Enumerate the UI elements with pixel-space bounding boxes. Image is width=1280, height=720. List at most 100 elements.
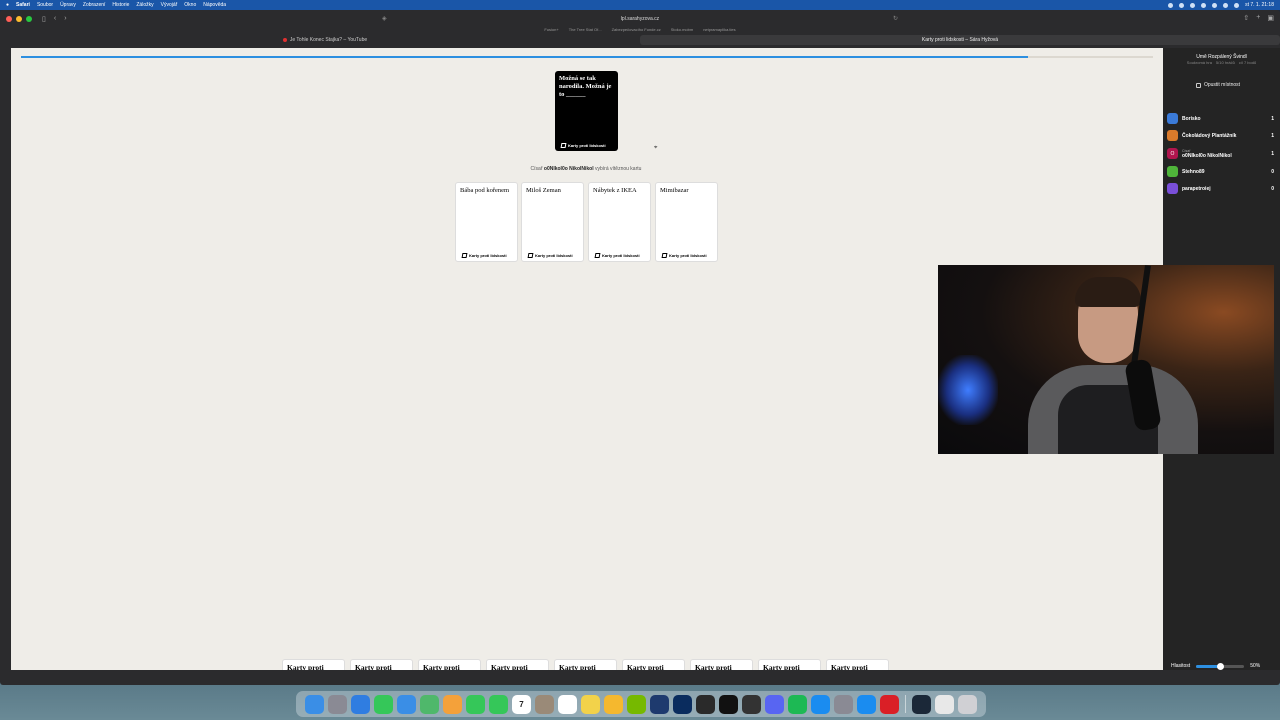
facetime-icon[interactable] xyxy=(466,694,485,714)
favorite-link[interactable]: The Tree Stat Of... xyxy=(569,27,602,34)
tray-status-icon[interactable] xyxy=(1168,2,1174,8)
iphone-mirroring-icon[interactable] xyxy=(857,694,876,714)
volume-slider[interactable] xyxy=(1196,662,1245,670)
hand-card[interactable]: Karty proti xyxy=(690,659,753,670)
card-brand: Karty proti lidskosti xyxy=(594,253,640,258)
player-avatar: O xyxy=(1167,148,1178,159)
creative-cloud-icon[interactable] xyxy=(880,694,899,714)
player-name: Stehno89 xyxy=(1182,168,1205,175)
hand-card[interactable]: Karty proti xyxy=(826,659,889,670)
lightroom-icon[interactable] xyxy=(650,694,669,714)
settings-icon[interactable] xyxy=(834,694,853,714)
volume-thumb[interactable] xyxy=(1216,662,1224,670)
menu-view[interactable]: Zobrazení xyxy=(83,2,106,8)
tray-status-icon[interactable] xyxy=(1201,2,1207,8)
finder-icon[interactable] xyxy=(305,694,324,714)
phone-icon[interactable] xyxy=(489,694,508,714)
player-row: Stehno89 0 xyxy=(1167,165,1276,178)
address-bar[interactable]: ◈ lpl.sarahyzova.cz ↻ xyxy=(380,13,900,24)
favorite-link[interactable]: Stoko.mobm xyxy=(671,27,693,34)
menu-window[interactable]: Okno xyxy=(184,2,196,8)
wifi-icon[interactable] xyxy=(1212,2,1218,8)
answer-card[interactable]: Bába pod kořenem Karty proti lidskosti xyxy=(455,182,518,262)
menu-help[interactable]: Nápověda xyxy=(203,2,226,8)
new-tab-icon[interactable]: + xyxy=(1256,14,1260,22)
tray-status-icon[interactable] xyxy=(1190,2,1196,8)
tab-youtube[interactable]: Je Tohle Konec Stajka? – YouTube xyxy=(10,35,640,45)
calendar-icon[interactable]: 7 xyxy=(512,694,531,714)
tray-status-icon[interactable] xyxy=(1179,2,1185,8)
menu-bookmarks[interactable]: Záložky xyxy=(136,2,153,8)
contacts-icon[interactable] xyxy=(535,694,554,714)
favorite-link[interactable]: netpramaplika.ties xyxy=(703,27,735,34)
discord-icon[interactable] xyxy=(765,694,784,714)
clock[interactable]: st 7. 1. 21:18 xyxy=(1245,2,1274,8)
hand-card[interactable]: Karty proti xyxy=(418,659,481,670)
leave-room-label: Opustit místnost xyxy=(1203,82,1241,88)
menu-file[interactable]: Soubor xyxy=(37,2,53,8)
appstore-icon[interactable] xyxy=(811,694,830,714)
photos-icon[interactable] xyxy=(443,694,462,714)
tab-title: Je Tohle Konec Stajka? – YouTube xyxy=(289,37,368,43)
volume-control: Hlasitost 50% xyxy=(1171,662,1275,670)
tab-overview-icon[interactable]: ▣ xyxy=(1267,14,1274,22)
apple-menu-icon[interactable]: ● xyxy=(6,2,9,8)
minimize-window-button[interactable] xyxy=(16,15,22,22)
trash-icon[interactable] xyxy=(958,694,977,714)
hand-card[interactable]: Karty proti xyxy=(758,659,821,670)
messages-icon[interactable] xyxy=(374,694,393,714)
player-avatar xyxy=(1167,113,1178,124)
forward-icon[interactable]: › xyxy=(64,15,66,22)
zoom-window-button[interactable] xyxy=(26,15,32,22)
player-avatar xyxy=(1167,166,1178,177)
activity-icon[interactable] xyxy=(696,694,715,714)
czar-name: o0NIkol0o NikolNikol xyxy=(543,166,594,172)
macos-menubar: ● Safari Soubor Úpravy Zobrazení Histori… xyxy=(0,0,1280,10)
choose-suffix: vybírá vítěznou kartu xyxy=(595,166,642,172)
answer-card-text: Mimibazar xyxy=(660,187,689,194)
menu-app-name[interactable]: Safari xyxy=(16,2,30,8)
battery-icon[interactable] xyxy=(1223,2,1229,8)
tab-game[interactable]: Karty proti lidskosti – Sára Hyžová xyxy=(640,35,1280,45)
reload-icon[interactable]: ↻ xyxy=(893,15,898,22)
safari-icon[interactable] xyxy=(351,694,370,714)
reminders-icon[interactable] xyxy=(558,694,577,714)
hand-card[interactable]: Karty proti xyxy=(486,659,549,670)
spotify-icon[interactable] xyxy=(788,694,807,714)
privacy-shield-icon[interactable]: ◈ xyxy=(382,15,387,22)
round-progress-fill xyxy=(21,56,1029,58)
card-brand-label: Karty proti lidskosti xyxy=(602,253,640,258)
answer-card[interactable]: Nábytek z IKEA Karty proti lidskosti xyxy=(588,182,651,262)
hand-card[interactable]: Karty proti xyxy=(282,659,345,670)
player-name: Císař o0NIkol0o NikolNikol xyxy=(1182,149,1271,159)
launchpad-icon[interactable] xyxy=(328,694,347,714)
favorite-link[interactable]: Zabezpečovacího Fonde.cz xyxy=(612,27,661,34)
control-center-icon[interactable] xyxy=(1234,2,1240,8)
sidebar-toggle-icon[interactable]: ▯ xyxy=(42,15,46,23)
answer-card[interactable]: Mimibazar Karty proti lidskosti xyxy=(655,182,718,262)
answer-card-text: Bába pod kořenem xyxy=(460,187,510,194)
back-icon[interactable]: ‹ xyxy=(54,15,56,22)
mail-icon[interactable] xyxy=(397,694,416,714)
favorite-link[interactable]: Fusion+ xyxy=(544,27,558,34)
share-icon[interactable]: ⇧ xyxy=(1243,14,1249,22)
leave-room-button[interactable]: Opustit místnost xyxy=(1185,79,1251,91)
hand-card[interactable]: Karty proti xyxy=(350,659,413,670)
nvidia-icon[interactable] xyxy=(627,694,646,714)
menu-develop[interactable]: Vývojář xyxy=(161,2,178,8)
menu-history[interactable]: Historie xyxy=(112,2,129,8)
hand-card[interactable]: Karty proti xyxy=(554,659,617,670)
notes-icon[interactable] xyxy=(581,694,600,714)
steam-icon[interactable] xyxy=(912,694,931,714)
hand-card[interactable]: Karty proti xyxy=(622,659,685,670)
toolbar-right: ⇧ + ▣ xyxy=(1243,14,1274,22)
maps-icon[interactable] xyxy=(420,694,439,714)
close-window-button[interactable] xyxy=(6,15,12,22)
menu-edit[interactable]: Úpravy xyxy=(60,2,76,8)
photoshop-icon[interactable] xyxy=(673,694,692,714)
document-icon[interactable] xyxy=(935,694,954,714)
obs-icon[interactable] xyxy=(742,694,761,714)
appletv-icon[interactable] xyxy=(719,694,738,714)
notes-yellow-icon[interactable] xyxy=(604,694,623,714)
answer-card[interactable]: Miloš Zeman Karty proti lidskosti xyxy=(521,182,584,262)
